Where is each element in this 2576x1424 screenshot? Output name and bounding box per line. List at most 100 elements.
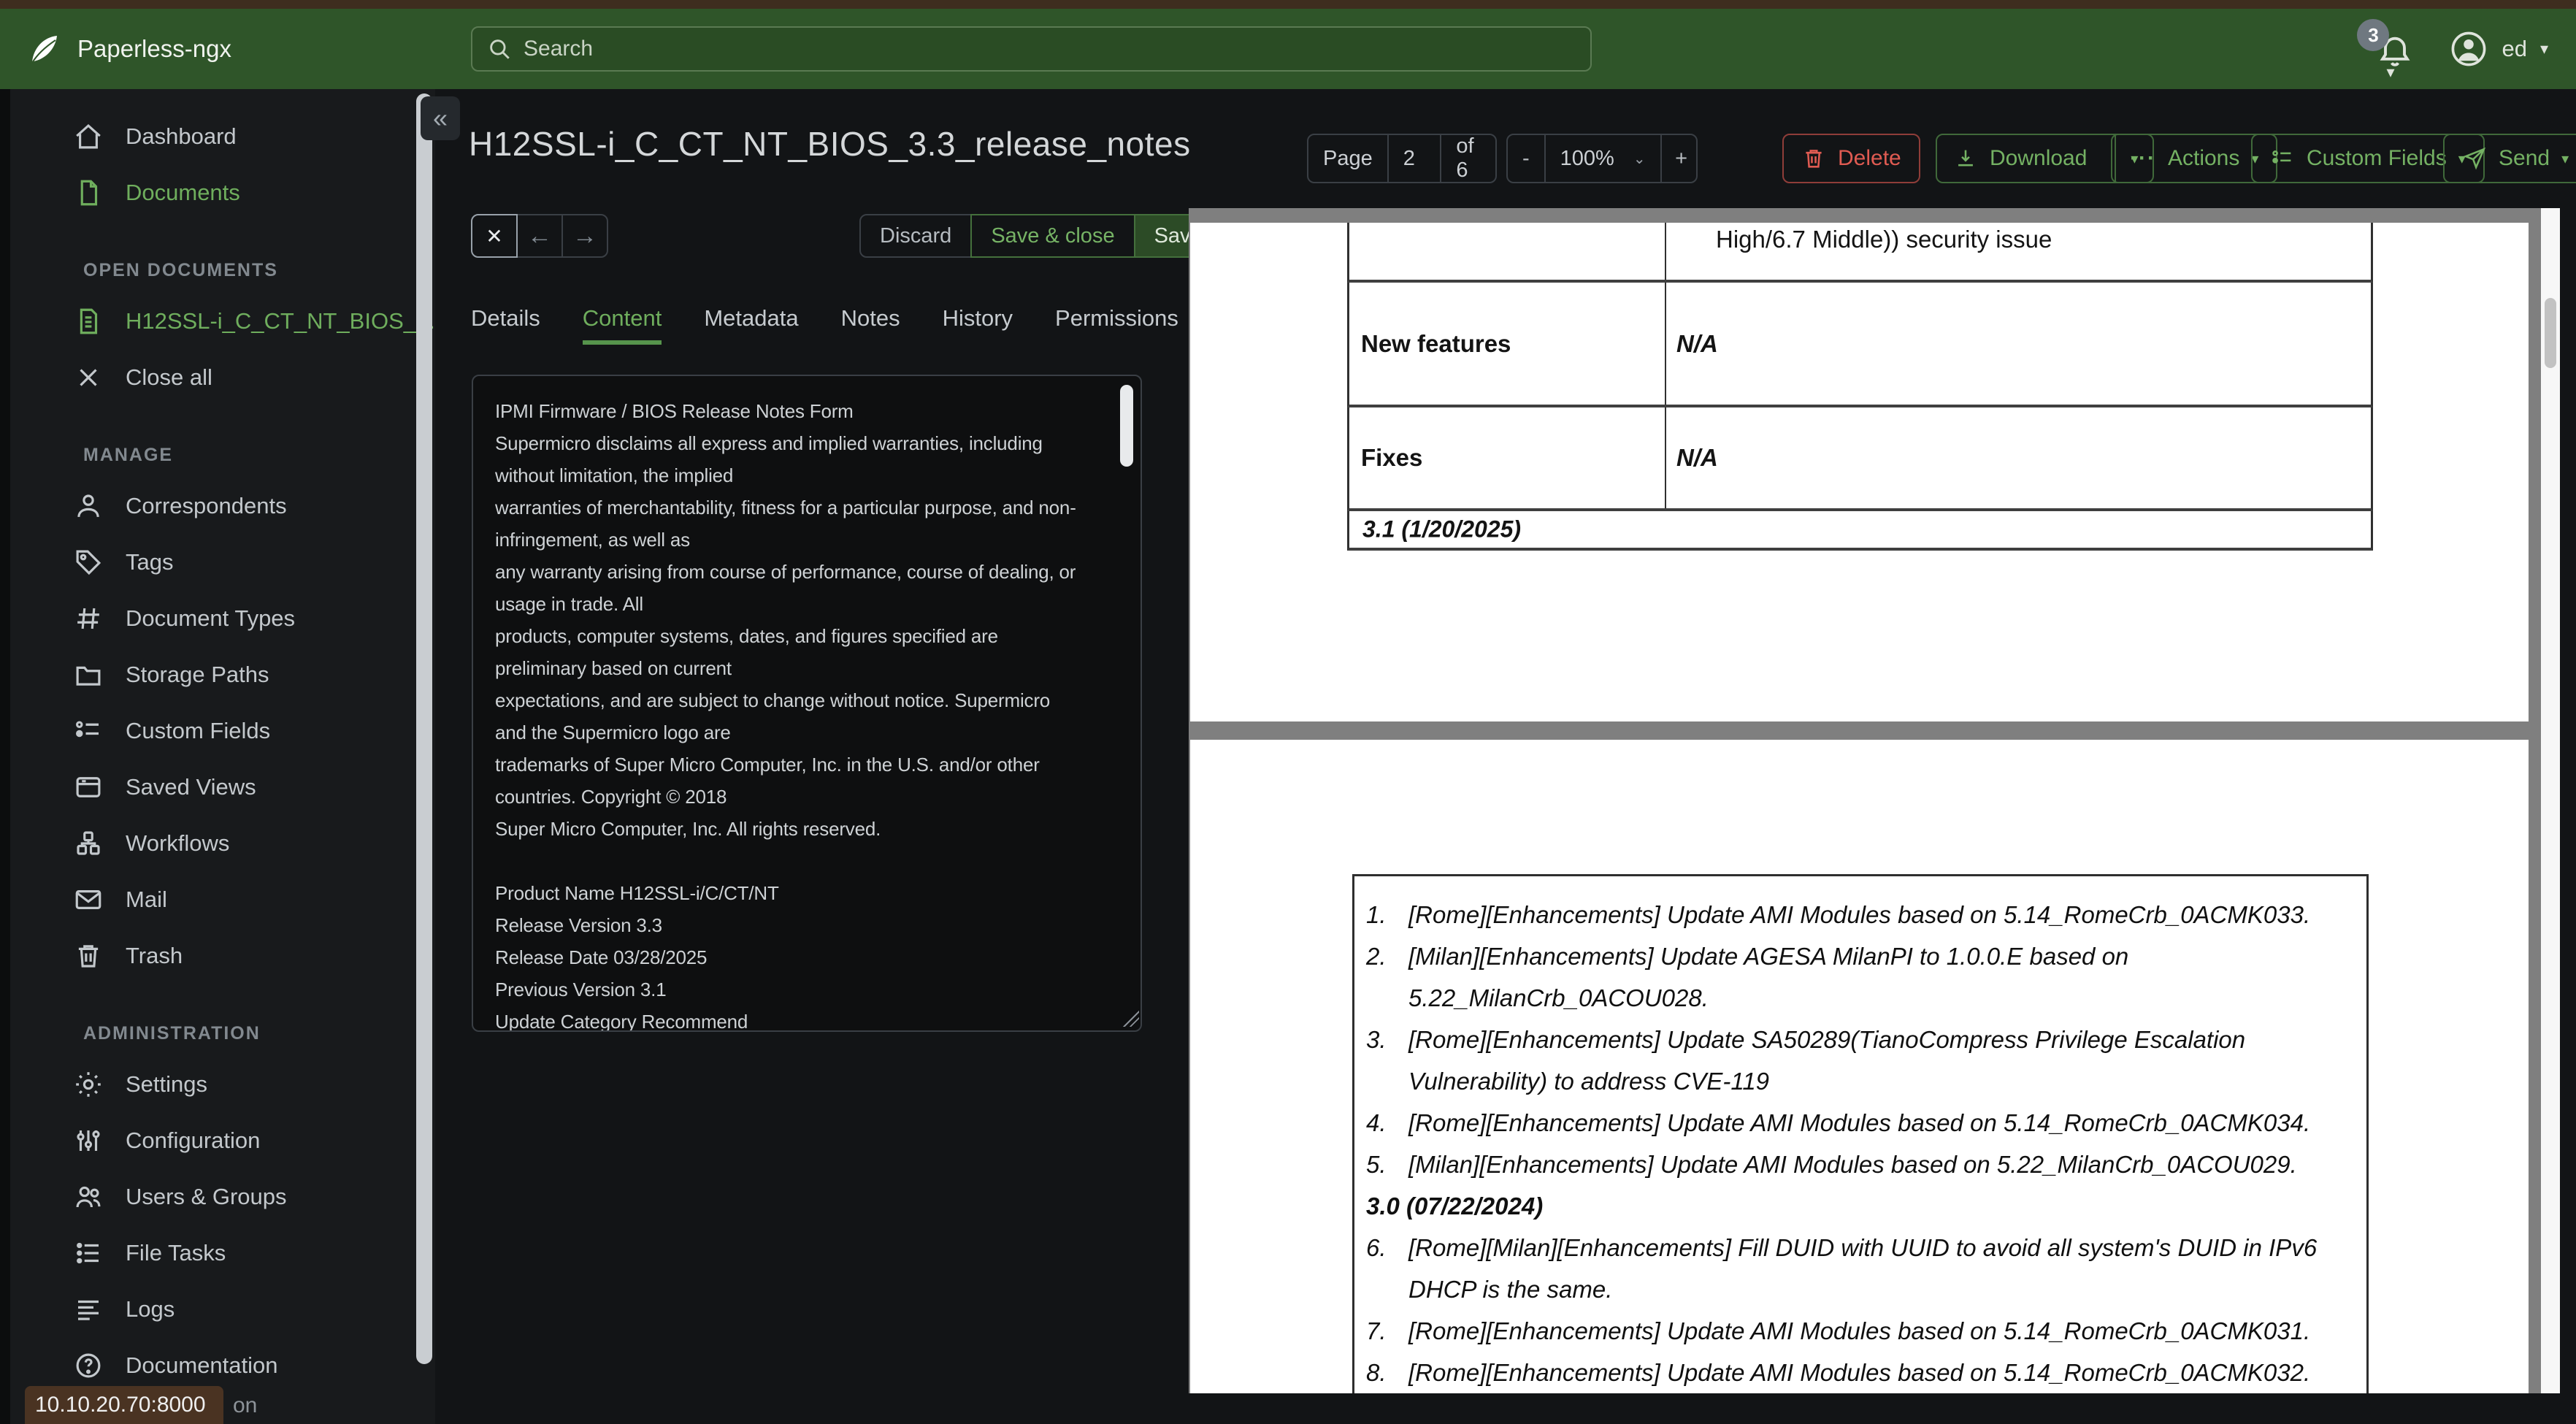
sidebar-item-label: Tags	[126, 548, 174, 575]
zoom-out-button[interactable]: -	[1508, 135, 1544, 182]
list-item-number: 5.	[1366, 1151, 1387, 1178]
app-title: Paperless-ngx	[77, 35, 231, 62]
sidebar-item-label: Dashboard	[126, 123, 237, 149]
table-row: Fixes N/A	[1347, 407, 2373, 511]
changelog-list-box: 1. [Rome][Enhancements] Update AMI Module…	[1352, 874, 2369, 1393]
pdf-scrollbar-track[interactable]	[2541, 208, 2560, 1393]
sidebar-item-configuration[interactable]: Configuration	[10, 1112, 435, 1168]
sidebar-item-label: Document Types	[126, 605, 296, 631]
changelog-list-item: 5. [Milan][Enhancements] Update AMI Modul…	[1366, 1144, 2352, 1185]
notifications-button[interactable]: 3 ▾	[2357, 19, 2417, 81]
zoom-select-caret-icon: ⌄	[1633, 150, 1646, 167]
save-and-close-button[interactable]: Save & close	[970, 214, 1135, 258]
link-status-url: 10.10.20.70:8000	[25, 1386, 223, 1424]
sidebar-item-storage-paths[interactable]: Storage Paths	[10, 646, 435, 703]
sidebar-item-label: Storage Paths	[126, 661, 269, 687]
search-input[interactable]: Search	[471, 26, 1592, 72]
sidebar-item-label: Workflows	[126, 830, 230, 856]
sidebar-item-label: Settings	[126, 1071, 208, 1097]
document-title: H12SSL-i_C_CT_NT_BIOS_3.3_release_notes	[469, 125, 1191, 163]
users-icon	[76, 1186, 101, 1207]
discard-button[interactable]: Discard	[859, 214, 973, 258]
file-text-icon	[80, 308, 98, 334]
table-cell: N/A	[1676, 444, 1718, 471]
zoom-in-button[interactable]: +	[1660, 135, 1701, 182]
tab-history[interactable]: History	[943, 305, 1013, 345]
sidebar-item-dashboard[interactable]: Dashboard	[10, 108, 435, 164]
download-main[interactable]: Download	[1937, 135, 2103, 182]
pdf-scrollbar-thumb[interactable]	[2545, 298, 2556, 368]
zoom-level-value: 100%	[1560, 146, 1614, 170]
table-row: 3.1 (1/20/2025)	[1347, 511, 2373, 551]
tab-notes[interactable]: Notes	[841, 305, 900, 345]
custom-fields-icon	[2272, 150, 2291, 164]
sidebar-item-workflows[interactable]: Workflows	[10, 815, 435, 871]
sidebar-item-h12ssl-i-c-ct-nt-bios-3-3-rel[interactable]: H12SSL-i_C_CT_NT_BIOS_3.3_rel...	[10, 293, 435, 349]
sidebar-item-document-types[interactable]: Document Types	[10, 590, 435, 646]
sidebar-item-documentation[interactable]: Documentation	[10, 1337, 435, 1393]
user-menu[interactable]: ed ▾	[2449, 29, 2548, 69]
sidebar-collapse-button[interactable]: «	[421, 96, 460, 140]
delete-label: Delete	[1838, 146, 1901, 170]
sidebar-item-trash[interactable]: Trash	[10, 927, 435, 984]
document-nav-group: ✕ ← →	[471, 214, 608, 258]
list-item-number: 3.	[1366, 1026, 1387, 1053]
content-textarea[interactable]: IPMI Firmware / BIOS Release Notes Form …	[472, 375, 1142, 1032]
sidebar-item-close-all[interactable]: Close all	[10, 349, 435, 405]
actions-label: Actions	[2167, 146, 2240, 170]
sidebar-item-label: Custom Fields	[126, 717, 271, 743]
sidebar-item-documents[interactable]: Documents	[10, 164, 435, 221]
sidebar-item-mail[interactable]: Mail	[10, 871, 435, 927]
sidebar-item-label: Close all	[126, 364, 212, 390]
sidebar-item-label: File Tasks	[126, 1239, 226, 1266]
list-item-text: [Milan][Enhancements] Update AGESA Milan…	[1408, 943, 2129, 1011]
sidebar-item-file-tasks[interactable]: File Tasks	[10, 1225, 435, 1281]
window-titlebar	[0, 0, 2576, 9]
list-item-text: [Rome][Enhancements] Update AMI Modules …	[1408, 1359, 2311, 1386]
sidebar-item-custom-fields[interactable]: Custom Fields	[10, 703, 435, 759]
close-document-button[interactable]: ✕	[471, 214, 518, 258]
sidebar-item-settings[interactable]: Settings	[10, 1056, 435, 1112]
sidebar-item-tags[interactable]: Tags	[10, 534, 435, 590]
list-item-number: 8.	[1366, 1359, 1387, 1386]
tab-content[interactable]: Content	[582, 305, 662, 345]
page-number-input[interactable]: 2	[1387, 135, 1441, 182]
app-brand[interactable]: Paperless-ngx	[0, 31, 231, 66]
gear-icon	[76, 1071, 101, 1097]
pdf-page-1: High/6.7 Middle)) security issue New fea…	[1190, 223, 2529, 721]
changelog-list-item: 6. [Rome][Milan][Enhancements] Fill DUID …	[1366, 1227, 2352, 1310]
previous-document-button[interactable]: ←	[516, 214, 563, 258]
sidebar-item-correspondents[interactable]: Correspondents	[10, 478, 435, 534]
list-item-text: [Rome][Enhancements] Update AMI Modules …	[1408, 901, 2311, 928]
caret-down-icon: ▾	[2561, 150, 2569, 167]
app-header: Paperless-ngx Search 3 ▾ ed ▾	[0, 9, 2576, 89]
list-item-number: 6.	[1366, 1234, 1387, 1261]
sidebar-item-label: Trash	[126, 942, 183, 968]
tab-permissions[interactable]: Permissions	[1055, 305, 1178, 345]
sidebar-section-title: OPEN DOCUMENTS	[83, 260, 278, 280]
next-document-button[interactable]: →	[561, 214, 608, 258]
list-item-text: [Rome][Enhancements] Update AMI Modules …	[1408, 1317, 2311, 1344]
delete-button[interactable]: Delete	[1782, 134, 1920, 183]
changelog-list-item: 2. [Milan][Enhancements] Update AGESA Mil…	[1366, 935, 2352, 1019]
avatar-icon	[2452, 31, 2486, 66]
sidebar-scrollbar[interactable]	[416, 93, 432, 1364]
user-menu-caret-icon: ▾	[2539, 39, 2548, 58]
send-button[interactable]: Send ▾	[2443, 134, 2576, 183]
custom-fields-icon	[76, 721, 99, 737]
search-icon	[490, 39, 510, 59]
tab-details[interactable]: Details	[471, 305, 540, 345]
trash-icon	[1806, 150, 1822, 168]
send-label: Send	[2499, 146, 2550, 170]
textarea-scrollbar-thumb[interactable]	[1120, 385, 1133, 467]
zoom-control: - 100% ⌄ +	[1506, 134, 1698, 183]
page-control: Page 2 of 6	[1307, 134, 1497, 183]
tab-metadata[interactable]: Metadata	[704, 305, 798, 345]
sidebar-item-logs[interactable]: Logs	[10, 1281, 435, 1337]
zoom-level-select[interactable]: 100% ⌄	[1544, 135, 1660, 182]
hash-icon	[77, 608, 99, 629]
sidebar-item-users-groups[interactable]: Users & Groups	[10, 1168, 435, 1225]
sidebar-item-label: Correspondents	[126, 492, 287, 518]
sidebar-item-saved-views[interactable]: Saved Views	[10, 759, 435, 815]
textarea-resize-handle[interactable]	[1123, 1011, 1139, 1027]
